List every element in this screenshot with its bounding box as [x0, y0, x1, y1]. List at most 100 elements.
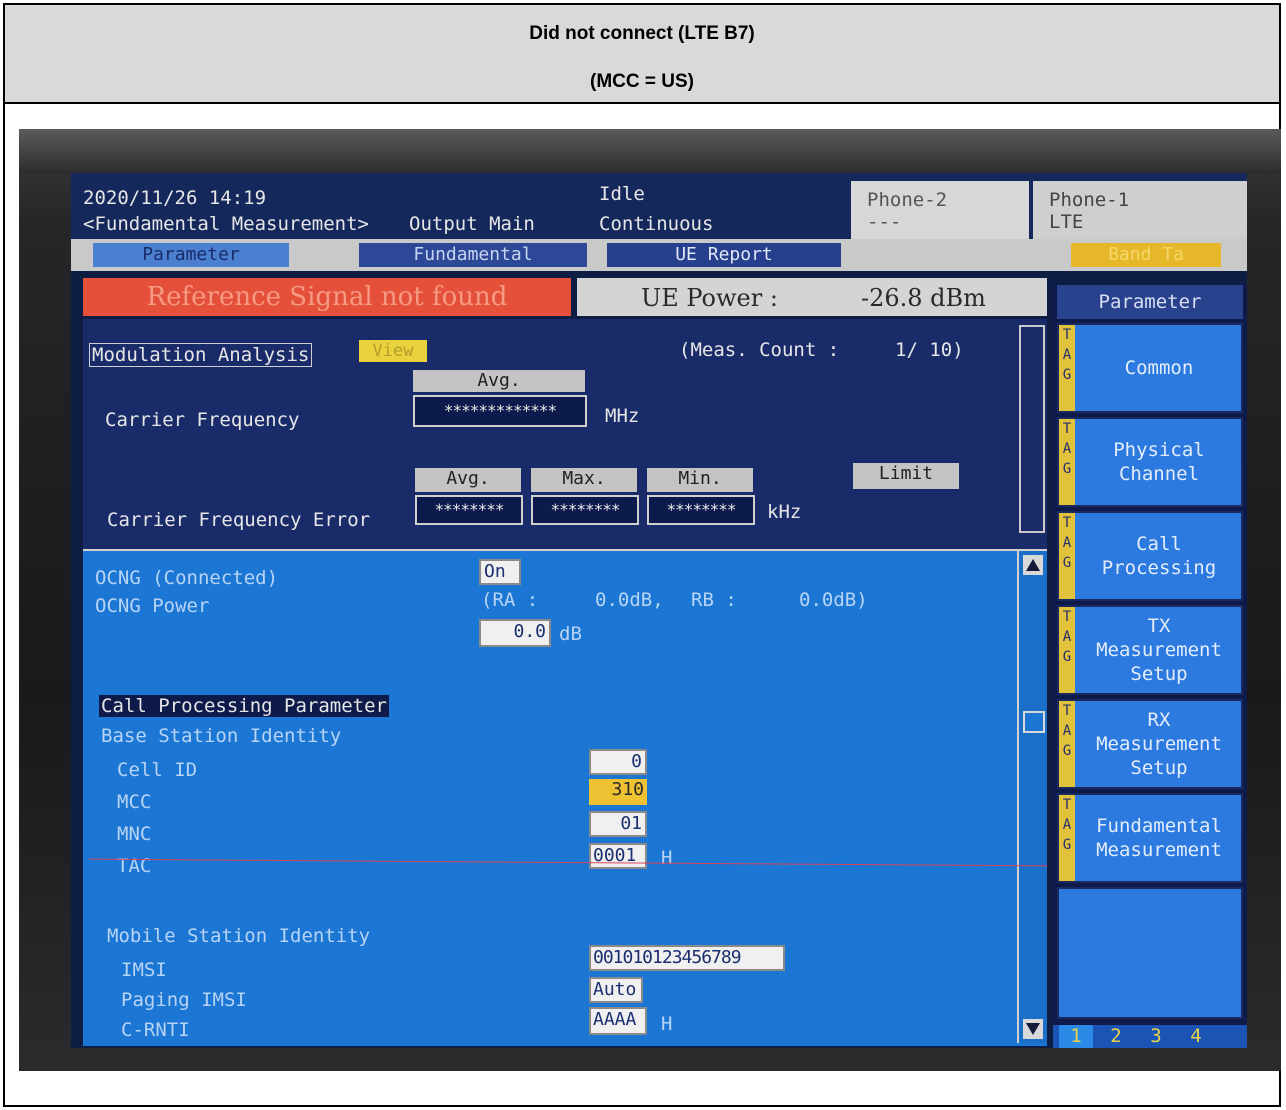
sidebar-header: Parameter: [1057, 285, 1243, 319]
cfe-min-value: ********: [647, 495, 755, 525]
carrier-frequency-value: *************: [413, 395, 587, 427]
call-state: Idle: [599, 183, 645, 205]
view-button[interactable]: View: [359, 340, 427, 362]
avg-header: Avg.: [413, 370, 585, 392]
crnti-label: C-RNTI: [121, 1019, 190, 1041]
scroll-up-button[interactable]: [1023, 555, 1043, 575]
figure-frame: Did not connect (LTE B7) (MCC = US) 2020…: [3, 3, 1281, 1107]
meas-count-label: (Meas. Count :: [679, 339, 840, 361]
phone1-value: LTE: [1049, 211, 1084, 233]
softkey-label: Fundamental Measurement: [1096, 815, 1222, 861]
call-processing-heading: Call Processing Parameter: [99, 695, 389, 717]
imsi-field[interactable]: 001010123456789: [589, 945, 785, 971]
softkey-rx-measurement-setup[interactable]: TAG RX Measurement Setup: [1057, 699, 1243, 789]
tag-marker: TAG: [1059, 607, 1075, 693]
page-1-button[interactable]: 1: [1059, 1025, 1093, 1048]
phone2-value: ---: [867, 211, 902, 233]
paging-imsi-label: Paging IMSI: [121, 989, 247, 1011]
paging-imsi-field[interactable]: Auto: [589, 977, 643, 1003]
cfe-label: Carrier Frequency Error: [107, 509, 371, 531]
cfe-avg-header: Avg.: [415, 468, 521, 492]
page-3-button[interactable]: 3: [1139, 1025, 1173, 1048]
modulation-title: Modulation Analysis: [89, 343, 313, 367]
arrow-up-icon: [1026, 559, 1040, 571]
bezel: [19, 129, 1281, 174]
softkey-common[interactable]: TAG Common: [1057, 323, 1243, 413]
ue-power-value: -26.8 dBm: [861, 284, 986, 312]
scroll-down-button[interactable]: [1023, 1019, 1043, 1039]
tag-marker: TAG: [1059, 701, 1075, 787]
ocng-power-label: OCNG Power: [95, 595, 210, 617]
bsi-heading: Base Station Identity: [101, 725, 342, 747]
ocng-rb-label: RB :: [691, 589, 737, 611]
ocng-connected-label: OCNG (Connected): [95, 567, 279, 589]
meas-count-value: 1/ 10): [895, 339, 964, 361]
instrument-screen: 2020/11/26 14:19 <Fundamental Measuremen…: [71, 173, 1247, 1048]
ocng-power-value[interactable]: 0.0: [479, 619, 551, 647]
tab-fundamental[interactable]: Fundamental: [359, 243, 587, 267]
datetime: 2020/11/26 14:19: [83, 187, 267, 209]
cfe-max-value: ********: [531, 495, 639, 525]
mcc-label: MCC: [117, 791, 152, 813]
softkey-fundamental-measurement[interactable]: TAG Fundamental Measurement: [1057, 793, 1243, 883]
tab-band-table[interactable]: Band Ta: [1071, 243, 1221, 267]
scroll-thumb[interactable]: [1023, 711, 1045, 733]
softkey-tx-measurement-setup[interactable]: TAG TX Measurement Setup: [1057, 605, 1243, 695]
page-selector: 1 2 3 4: [1053, 1025, 1247, 1048]
mnc-label: MNC: [117, 823, 152, 845]
carrier-frequency-unit: MHz: [605, 405, 640, 427]
caption-header: Did not connect (LTE B7) (MCC = US): [5, 5, 1279, 104]
tag-marker: TAG: [1059, 795, 1075, 881]
crnti-field[interactable]: AAAA: [589, 1007, 647, 1035]
limit-button[interactable]: Limit: [853, 463, 959, 489]
output-label: Output Main: [409, 213, 535, 235]
tag-marker: TAG: [1059, 419, 1075, 505]
cfe-max-header: Max.: [531, 468, 637, 492]
softkey-label: Call Processing: [1101, 533, 1217, 579]
phone2-label: Phone-2: [867, 189, 948, 211]
arrow-down-icon: [1026, 1023, 1040, 1035]
ocng-ra-label: (RA :: [481, 589, 539, 611]
ocng-power-unit: dB: [559, 623, 582, 645]
softkey-label: RX Measurement Setup: [1096, 709, 1222, 779]
tag-marker: TAG: [1059, 325, 1075, 411]
cfe-avg-value: ********: [415, 495, 523, 525]
caption-line-1: Did not connect (LTE B7): [529, 23, 755, 44]
screen-name: <Fundamental Measurement>: [83, 213, 369, 235]
softkey-call-processing[interactable]: TAG Call Processing: [1057, 511, 1243, 601]
crnti-unit: H: [661, 1013, 673, 1035]
caption-line-2: (MCC = US): [590, 71, 694, 92]
cell-id-field[interactable]: 0: [589, 749, 647, 775]
tac-field[interactable]: 0001: [589, 843, 647, 869]
msi-heading: Mobile Station Identity: [107, 925, 371, 947]
tag-marker: TAG: [1059, 513, 1075, 599]
cfe-unit: kHz: [767, 501, 802, 523]
carrier-frequency-label: Carrier Frequency: [105, 409, 300, 431]
meas-mode: Continuous: [599, 213, 714, 235]
tab-ue-report[interactable]: UE Report: [607, 243, 841, 267]
page-4-button[interactable]: 4: [1179, 1025, 1213, 1048]
phone1-label: Phone-1: [1049, 189, 1130, 211]
ue-power-label: UE Power :: [641, 284, 778, 312]
softkey-physical-channel[interactable]: TAG Physical Channel: [1057, 417, 1243, 507]
modulation-scrollbar[interactable]: [1019, 325, 1045, 533]
softkey-label: Common: [1124, 357, 1194, 379]
softkey-sidebar: Parameter TAG Common TAG Physical Channe…: [1053, 285, 1247, 1048]
instrument-photo: 2020/11/26 14:19 <Fundamental Measuremen…: [19, 129, 1281, 1071]
ocng-rb-value: 0.0dB): [799, 589, 868, 611]
softkey-blank[interactable]: [1057, 887, 1243, 1019]
reference-signal-alert: Reference Signal not found: [83, 278, 571, 316]
imsi-label: IMSI: [121, 959, 167, 981]
parameter-scrollbar[interactable]: [1017, 551, 1047, 1043]
mcc-field[interactable]: 310: [589, 779, 647, 805]
mnc-field[interactable]: 01: [589, 811, 647, 837]
softkey-label: TX Measurement Setup: [1096, 615, 1222, 685]
page-2-button[interactable]: 2: [1099, 1025, 1133, 1048]
ocng-ra-value: 0.0dB,: [595, 589, 664, 611]
softkey-label: Physical Channel: [1113, 439, 1205, 485]
tab-parameter[interactable]: Parameter: [93, 243, 289, 267]
ocng-connected-value[interactable]: On: [479, 559, 521, 585]
cfe-min-header: Min.: [647, 468, 753, 492]
cell-id-label: Cell ID: [117, 759, 198, 781]
tac-unit: H: [661, 847, 673, 869]
